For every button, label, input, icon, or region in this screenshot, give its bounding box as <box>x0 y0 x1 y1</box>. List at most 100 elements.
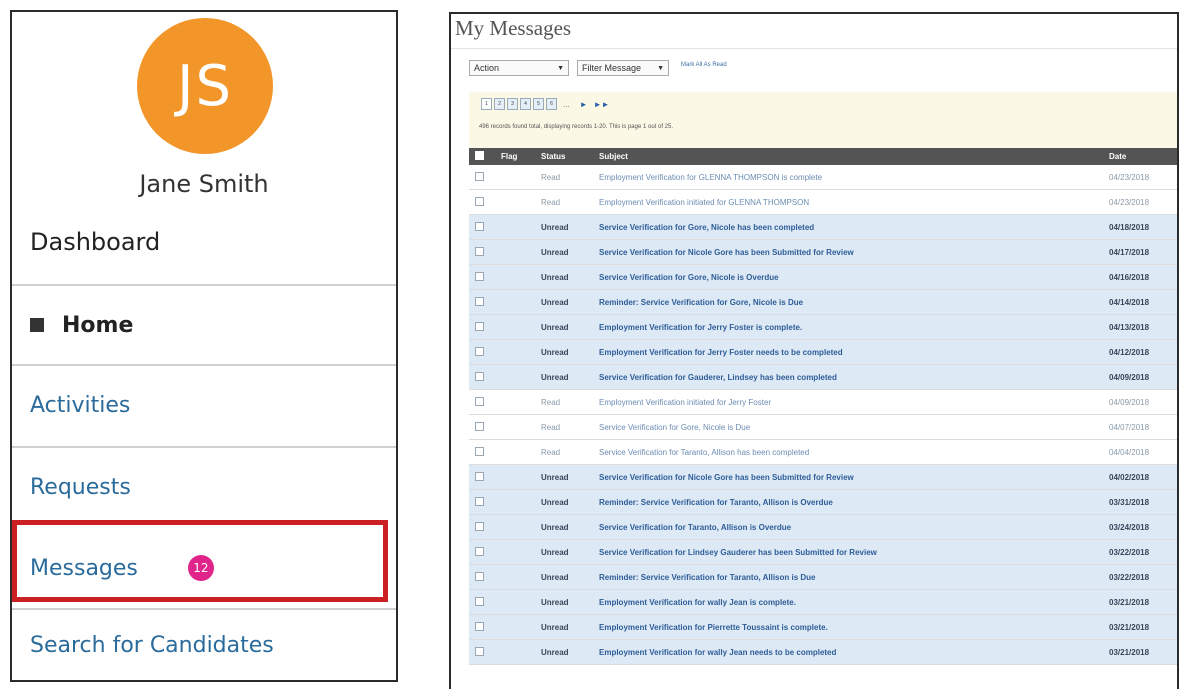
table-row[interactable]: Unread Service Verification for Nicole Go… <box>469 464 1177 490</box>
table-row[interactable]: Unread Service Verification for Gore, Nic… <box>469 214 1177 240</box>
subject-link[interactable]: Service Verification for Nicole Gore has… <box>593 239 1103 265</box>
filter-message-select[interactable]: Filter Message ▼ <box>577 60 669 76</box>
table-row[interactable]: Unread Service Verification for Lindsey G… <box>469 539 1177 565</box>
table-row[interactable]: Read Employment Verification for GLENNA T… <box>469 165 1177 190</box>
subject-link[interactable]: Employment Verification for Jerry Foster… <box>593 314 1103 340</box>
page-link[interactable]: 2 <box>494 98 505 110</box>
row-select-cell[interactable] <box>469 539 495 565</box>
subject-link[interactable]: Employment Verification for Jerry Foster… <box>593 339 1103 365</box>
row-checkbox[interactable] <box>475 221 484 231</box>
flag-cell[interactable] <box>495 564 535 590</box>
table-row[interactable]: Unread Service Verification for Gore, Nic… <box>469 264 1177 290</box>
flag-column-header[interactable]: Flag <box>495 148 535 165</box>
flag-cell[interactable] <box>495 539 535 565</box>
subject-link[interactable]: Service Verification for Gore, Nicole is… <box>593 264 1103 290</box>
row-select-cell[interactable] <box>469 314 495 340</box>
page-link[interactable]: 5 <box>533 98 544 110</box>
flag-cell[interactable] <box>495 439 535 465</box>
row-select-cell[interactable] <box>469 564 495 590</box>
table-row[interactable]: Unread Employment Verification for Jerry … <box>469 339 1177 365</box>
subject-link[interactable]: Service Verification for Gauderer, Linds… <box>593 364 1103 390</box>
avatar[interactable]: JS <box>137 18 273 154</box>
table-row[interactable]: Unread Reminder: Service Verification for… <box>469 289 1177 315</box>
table-row[interactable]: Read Service Verification for Gore, Nicol… <box>469 414 1177 440</box>
row-checkbox[interactable] <box>475 446 484 456</box>
row-select-cell[interactable] <box>469 289 495 315</box>
page-link[interactable]: 4 <box>520 98 531 110</box>
nav-item-messages[interactable]: Messages 12 <box>12 528 396 608</box>
page-link[interactable]: 6 <box>546 98 557 110</box>
row-select-cell[interactable] <box>469 639 495 665</box>
row-select-cell[interactable] <box>469 489 495 515</box>
subject-link[interactable]: Service Verification for Nicole Gore has… <box>593 464 1103 490</box>
nav-item-activities[interactable]: Activities <box>12 364 396 444</box>
flag-cell[interactable] <box>495 189 535 215</box>
row-checkbox[interactable] <box>475 171 484 181</box>
table-row[interactable]: Unread Employment Verification for Jerry … <box>469 314 1177 340</box>
flag-cell[interactable] <box>495 239 535 265</box>
subject-link[interactable]: Service Verification for Lindsey Gaudere… <box>593 539 1103 565</box>
row-checkbox[interactable] <box>475 471 484 481</box>
row-checkbox[interactable] <box>475 646 484 656</box>
flag-cell[interactable] <box>495 589 535 615</box>
nav-item-requests[interactable]: Requests <box>12 446 396 526</box>
row-select-cell[interactable] <box>469 589 495 615</box>
table-row[interactable]: Unread Employment Verification for wally … <box>469 639 1177 665</box>
flag-cell[interactable] <box>495 364 535 390</box>
row-checkbox[interactable] <box>475 296 484 306</box>
row-select-cell[interactable] <box>469 165 495 190</box>
row-select-cell[interactable] <box>469 239 495 265</box>
row-checkbox[interactable] <box>475 596 484 606</box>
subject-link[interactable]: Employment Verification for wally Jean i… <box>593 589 1103 615</box>
flag-cell[interactable] <box>495 264 535 290</box>
table-row[interactable]: Read Employment Verification initiated fo… <box>469 189 1177 215</box>
row-select-cell[interactable] <box>469 364 495 390</box>
row-select-cell[interactable] <box>469 614 495 640</box>
page-link[interactable]: 1 <box>481 98 492 110</box>
row-checkbox[interactable] <box>475 371 484 381</box>
row-select-cell[interactable] <box>469 389 495 415</box>
subject-link[interactable]: Employment Verification for wally Jean n… <box>593 639 1103 665</box>
subject-link[interactable]: Employment Verification initiated for Je… <box>593 389 1103 415</box>
row-checkbox[interactable] <box>475 421 484 431</box>
row-checkbox[interactable] <box>475 621 484 631</box>
status-column-header[interactable]: Status <box>535 148 593 165</box>
table-row[interactable]: Unread Reminder: Service Verification for… <box>469 564 1177 590</box>
flag-cell[interactable] <box>495 614 535 640</box>
last-page-icon[interactable]: ►► <box>594 100 610 109</box>
nav-item-search-candidates[interactable]: Search for Candidates <box>12 608 396 680</box>
row-select-cell[interactable] <box>469 339 495 365</box>
flag-cell[interactable] <box>495 489 535 515</box>
row-checkbox[interactable] <box>475 571 484 581</box>
table-row[interactable]: Unread Reminder: Service Verification for… <box>469 489 1177 515</box>
page-link[interactable]: 3 <box>507 98 518 110</box>
row-checkbox[interactable] <box>475 546 484 556</box>
row-checkbox[interactable] <box>475 346 484 356</box>
action-select[interactable]: Action ▼ <box>469 60 569 76</box>
subject-link[interactable]: Employment Verification for GLENNA THOMP… <box>593 165 1103 190</box>
subject-link[interactable]: Employment Verification for Pierrette To… <box>593 614 1103 640</box>
row-checkbox[interactable] <box>475 396 484 406</box>
table-row[interactable]: Unread Service Verification for Taranto, … <box>469 514 1177 540</box>
flag-cell[interactable] <box>495 165 535 190</box>
table-row[interactable]: Read Employment Verification initiated fo… <box>469 389 1177 415</box>
select-all-checkbox[interactable] <box>475 151 484 160</box>
flag-cell[interactable] <box>495 514 535 540</box>
subject-link[interactable]: Service Verification for Taranto, Alliso… <box>593 439 1103 465</box>
flag-cell[interactable] <box>495 464 535 490</box>
flag-cell[interactable] <box>495 339 535 365</box>
table-row[interactable]: Unread Service Verification for Gauderer,… <box>469 364 1177 390</box>
table-row[interactable]: Unread Employment Verification for Pierre… <box>469 614 1177 640</box>
nav-item-home[interactable]: Home <box>12 284 396 364</box>
table-row[interactable]: Unread Employment Verification for wally … <box>469 589 1177 615</box>
row-checkbox[interactable] <box>475 496 484 506</box>
row-select-cell[interactable] <box>469 189 495 215</box>
row-checkbox[interactable] <box>475 196 484 206</box>
table-row[interactable]: Unread Service Verification for Nicole Go… <box>469 239 1177 265</box>
table-row[interactable]: Read Service Verification for Taranto, Al… <box>469 439 1177 465</box>
mark-all-read-link[interactable]: Mark All As Read <box>681 62 727 68</box>
row-select-cell[interactable] <box>469 514 495 540</box>
next-page-icon[interactable]: ► <box>580 100 588 109</box>
row-select-cell[interactable] <box>469 464 495 490</box>
select-all-header[interactable] <box>469 148 495 165</box>
